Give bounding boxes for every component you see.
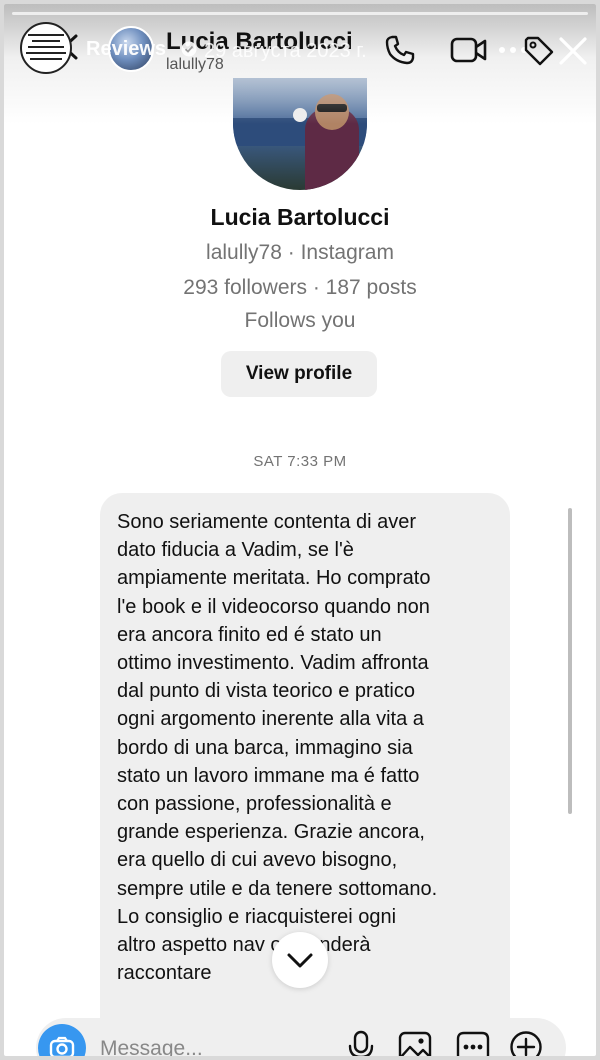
chevron-down-icon bbox=[287, 953, 313, 968]
story-frame: Lucia Bartolucci lalully78 Reviews 29 ав… bbox=[4, 4, 596, 1056]
close-icon[interactable] bbox=[556, 34, 590, 68]
camera-icon bbox=[49, 1036, 75, 1056]
follows-you-label: Follows you bbox=[244, 309, 356, 332]
tag-icon[interactable] bbox=[522, 34, 556, 68]
profile-handle: lalully78 · Instagram bbox=[206, 241, 394, 264]
view-profile-button[interactable]: View profile bbox=[221, 351, 377, 397]
profile-name: Lucia Bartolucci bbox=[210, 204, 390, 230]
microphone-icon[interactable] bbox=[347, 1030, 375, 1056]
message-input[interactable] bbox=[100, 1034, 330, 1056]
profile-stats: 293 followers · 187 posts bbox=[183, 276, 417, 299]
story-avatar[interactable] bbox=[20, 22, 72, 74]
sticker-icon[interactable] bbox=[456, 1031, 490, 1056]
scrollbar[interactable] bbox=[568, 508, 572, 814]
scroll-to-bottom-button[interactable] bbox=[272, 932, 328, 988]
add-plus-icon[interactable] bbox=[509, 1030, 543, 1056]
gallery-icon[interactable] bbox=[398, 1031, 432, 1056]
verified-badge-icon bbox=[181, 41, 197, 57]
message-text: Sono seriamente contenta di aver dato fi… bbox=[117, 511, 438, 985]
message-timestamp: SAT 7:33 PM bbox=[253, 453, 347, 470]
story-date: 29 августа 2023 г. bbox=[204, 40, 367, 62]
story-title[interactable]: Reviews bbox=[86, 38, 166, 61]
story-header: Reviews 29 августа 2023 г. bbox=[4, 4, 596, 94]
